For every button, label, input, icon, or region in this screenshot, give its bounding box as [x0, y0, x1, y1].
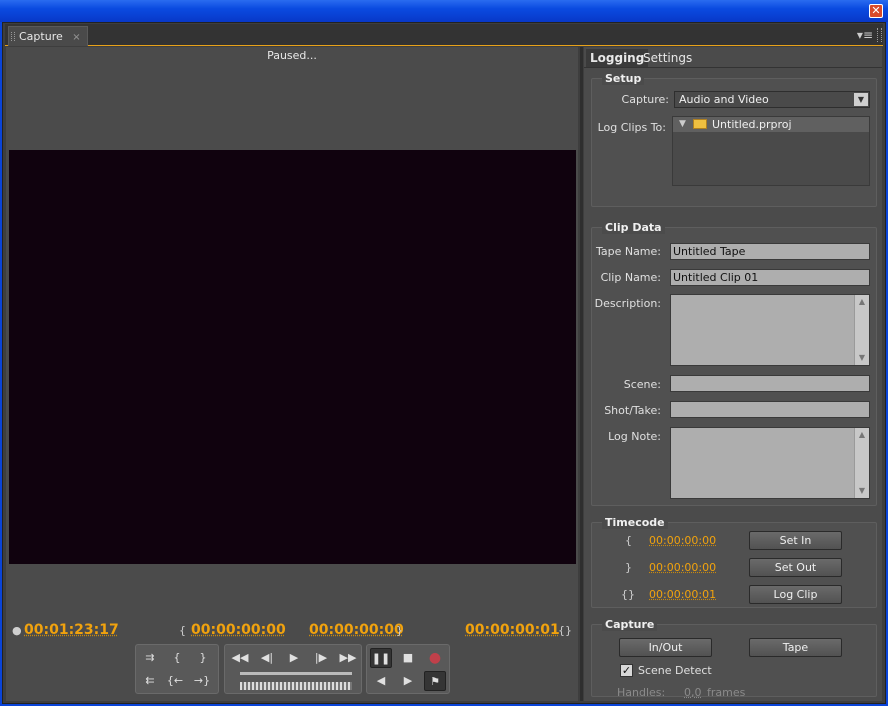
play-button[interactable]: ▶ [283, 648, 305, 668]
scroll-down-icon[interactable]: ▼ [857, 486, 867, 496]
out-point-timecode[interactable]: 00:00:00:00 [309, 622, 404, 640]
scene-detect-toggle[interactable]: ⚑ [424, 671, 446, 691]
description-label: Description: [594, 297, 661, 310]
panel-grip-icon[interactable] [877, 28, 882, 42]
goto-out-button[interactable]: →} [191, 671, 213, 691]
tab-underline [584, 67, 882, 68]
scene-detect-label: Scene Detect [638, 664, 712, 677]
timecode-out-value[interactable]: 00:00:00:00 [649, 561, 716, 574]
capture-status: Paused... [267, 49, 317, 62]
out-point-icon: } [625, 561, 632, 574]
tape-name-label: Tape Name: [595, 245, 661, 258]
record-button[interactable]: ● [424, 648, 446, 668]
tab-capture[interactable]: Capture × [8, 26, 88, 46]
window-titlebar: ✕ [0, 0, 888, 22]
set-in-button[interactable]: { [166, 648, 188, 668]
log-clips-label: Log Clips To: [597, 121, 666, 134]
expand-triangle-icon[interactable]: ▼ [679, 117, 686, 132]
current-time-icon: ● [12, 624, 22, 637]
timecode-group: Timecode { 00:00:00:00 Set In } 00:00:00… [591, 516, 877, 608]
capture-tape-button[interactable]: Tape [749, 638, 842, 657]
capture-group: Capture In/Out Tape ✓ Scene Detect Handl… [591, 618, 877, 699]
frames-label: frames [707, 686, 746, 699]
playback-controls: ◀◀ ◀| ▶ |▶ ▶▶ [224, 644, 362, 694]
step-forward-button[interactable]: |▶ [310, 648, 332, 668]
rewind-button[interactable]: ◀◀ [229, 648, 251, 668]
bin-tree[interactable]: ▼ Untitled.prproj [672, 116, 870, 186]
panel-tabbar: Capture × ▾≡ [5, 24, 883, 46]
capture-select-value: Audio and Video [679, 93, 769, 106]
scroll-up-icon[interactable]: ▲ [857, 297, 867, 307]
clip-data-title: Clip Data [602, 221, 665, 234]
duration-timecode[interactable]: 00:00:00:01 [465, 622, 560, 640]
project-name: Untitled.prproj [712, 118, 792, 131]
setup-group: Setup Capture: Audio and Video ▼ Log Cli… [591, 72, 877, 207]
duration-icon: {} [558, 624, 572, 637]
capture-select[interactable]: Audio and Video ▼ [674, 91, 870, 108]
timecode-title: Timecode [602, 516, 668, 529]
goto-in-button[interactable]: {← [164, 671, 186, 691]
scene-detect-checkbox[interactable]: ✓ [620, 664, 633, 677]
in-point-timecode[interactable]: 00:00:00:00 [191, 622, 286, 640]
log-note-label: Log Note: [608, 430, 661, 443]
description-textarea[interactable]: ▲ ▼ [670, 294, 870, 366]
tree-item-project[interactable]: ▼ Untitled.prproj [673, 117, 869, 132]
tab-capture-label: Capture [19, 30, 63, 43]
tape-name-input[interactable]: Untitled Tape [670, 243, 870, 260]
log-note-textarea[interactable]: ▲ ▼ [670, 427, 870, 499]
tab-settings[interactable]: Settings [639, 49, 696, 67]
description-scrollbar[interactable]: ▲ ▼ [854, 295, 869, 365]
panel-divider[interactable] [580, 47, 583, 701]
shuttle-right-button[interactable]: ▶ [397, 671, 419, 691]
scene-input[interactable] [670, 375, 870, 392]
timecode-duration-value[interactable]: 00:00:00:01 [649, 588, 716, 601]
panel-menu-icon[interactable]: ▾≡ [857, 28, 873, 42]
shot-take-label: Shot/Take: [604, 404, 661, 417]
tape-in-button[interactable]: ⇉ [139, 648, 161, 668]
duration-icon: {} [621, 588, 635, 601]
shuttle-left-button[interactable]: ◀ [370, 671, 392, 691]
in-point-icon: { [625, 534, 632, 547]
setup-title: Setup [602, 72, 645, 85]
timecode-in-value[interactable]: 00:00:00:00 [649, 534, 716, 547]
set-out-button[interactable]: } [192, 648, 214, 668]
handles-label: Handles: [617, 686, 666, 699]
pause-button[interactable]: ❚❚ [370, 648, 392, 668]
clip-data-group: Clip Data Tape Name: Untitled Tape Clip … [591, 221, 877, 506]
folder-icon [693, 119, 707, 129]
scene-label: Scene: [623, 378, 661, 391]
tab-grip-icon[interactable] [11, 32, 15, 41]
tab-close-icon[interactable]: × [72, 32, 80, 43]
log-note-scrollbar[interactable]: ▲ ▼ [854, 428, 869, 498]
capture-window: Capture × ▾≡ Paused... ● 00:01:23:17 { 0… [2, 22, 886, 704]
window-close-button[interactable]: ✕ [869, 4, 883, 18]
out-point-icon: } [396, 624, 403, 637]
marker-controls: ⇉ { } ⇇ {← →} [135, 644, 219, 694]
capture-title: Capture [602, 618, 658, 631]
scroll-up-icon[interactable]: ▲ [857, 430, 867, 440]
stop-button[interactable]: ■ [397, 648, 419, 668]
shot-take-input[interactable] [670, 401, 870, 418]
current-timecode[interactable]: 00:01:23:17 [24, 622, 119, 640]
capture-monitor-panel: Paused... ● 00:01:23:17 { 00:00:00:00 00… [6, 47, 578, 701]
shuttle-slider[interactable] [240, 672, 352, 675]
in-point-icon: { [179, 624, 186, 637]
step-back-button[interactable]: ◀| [256, 648, 278, 668]
tape-out-button[interactable]: ⇇ [139, 671, 161, 691]
logging-panel: Logging Settings Setup Capture: Audio an… [584, 47, 882, 701]
fast-forward-button[interactable]: ▶▶ [337, 648, 359, 668]
handles-value[interactable]: 0,0 [684, 686, 702, 699]
chevron-down-icon: ▼ [854, 93, 868, 106]
video-preview [9, 150, 576, 564]
jog-wheel[interactable] [240, 682, 352, 690]
capture-in-out-button[interactable]: In/Out [619, 638, 712, 657]
record-controls: ❚❚ ■ ● ◀ ▶ ⚑ [366, 644, 450, 694]
set-in-button[interactable]: Set In [749, 531, 842, 550]
set-out-button[interactable]: Set Out [749, 558, 842, 577]
scroll-down-icon[interactable]: ▼ [857, 353, 867, 363]
log-clip-button[interactable]: Log Clip [749, 585, 842, 604]
clip-name-input[interactable]: Untitled Clip 01 [670, 269, 870, 286]
capture-label: Capture: [621, 93, 669, 106]
clip-name-label: Clip Name: [600, 271, 661, 284]
